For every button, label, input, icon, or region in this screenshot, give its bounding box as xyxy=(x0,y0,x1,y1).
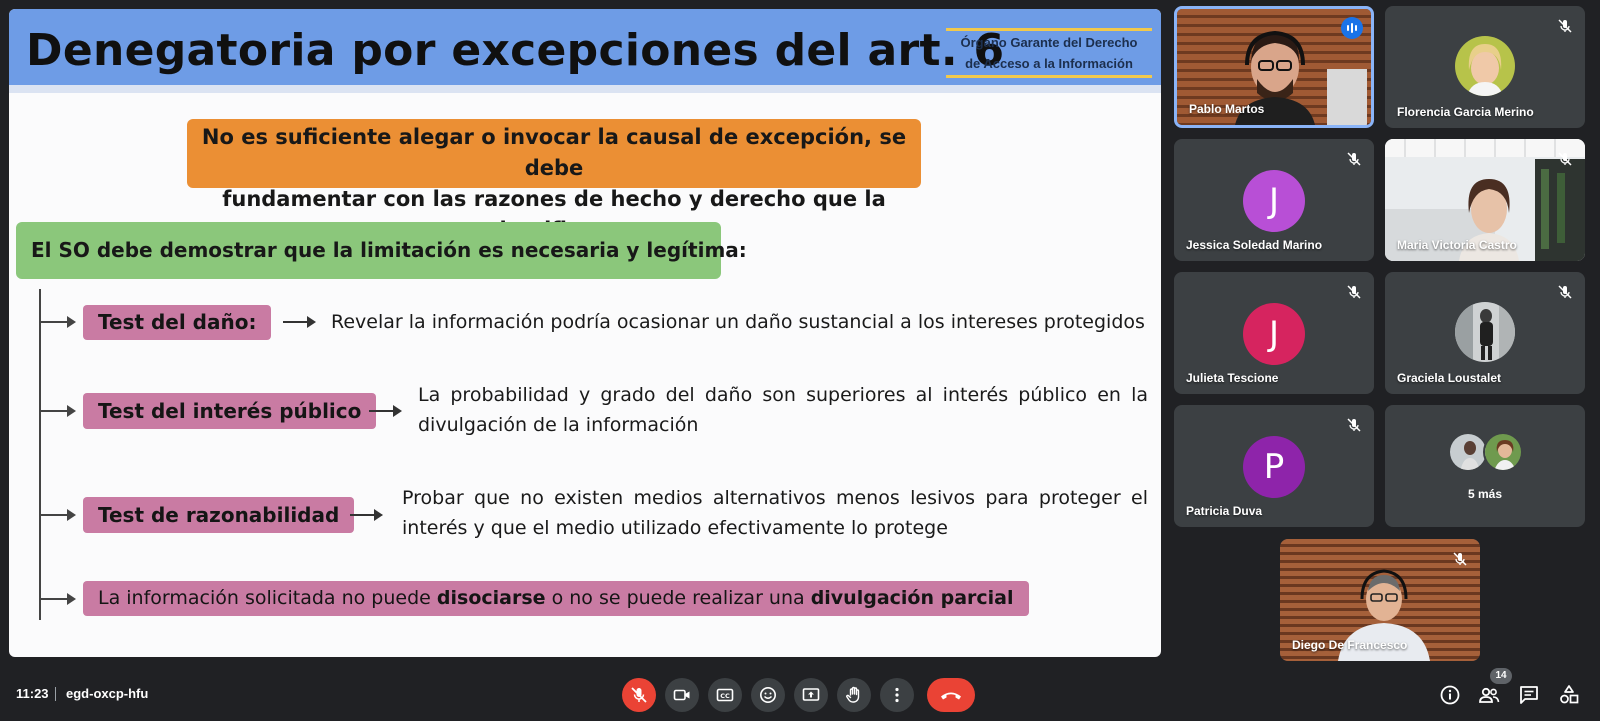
raise-hand-button[interactable] xyxy=(837,678,871,712)
branch-arrow xyxy=(39,405,76,417)
meeting-info-button[interactable] xyxy=(1437,682,1463,708)
presentation-slide: Denegatoria por excepciones del art. 6 Ó… xyxy=(9,9,1161,657)
mic-off-icon xyxy=(1558,285,1572,299)
final-text-2: o no se puede realizar una xyxy=(545,587,811,609)
leave-call-button[interactable] xyxy=(927,678,975,712)
participant-tile[interactable]: J Julieta Tescione xyxy=(1174,272,1374,394)
more-participants-label: 5 más xyxy=(1467,487,1503,501)
captions-icon: CC xyxy=(716,688,734,702)
participant-tile[interactable]: Diego De Francesco xyxy=(1280,539,1480,661)
org-badge: Órgano Garante del Derecho de Acceso a l… xyxy=(946,28,1152,78)
hang-up-icon xyxy=(941,692,961,700)
final-condition-pill: La información solicitada no puede disoc… xyxy=(83,581,1029,616)
participant-tile[interactable]: J Jessica Soledad Marino xyxy=(1174,139,1374,261)
participant-avatar xyxy=(1455,36,1515,96)
test-razonabilidad-description: Probar que no existen medios alternativo… xyxy=(402,487,1148,539)
branch-arrow xyxy=(39,316,76,328)
chat-icon xyxy=(1520,686,1538,704)
activities-icon xyxy=(1560,685,1579,704)
people-icon xyxy=(1479,687,1500,703)
info-icon xyxy=(1440,685,1460,705)
participant-tile[interactable]: Pablo Martos xyxy=(1174,6,1374,128)
participant-name: Graciela Loustalet xyxy=(1397,371,1502,385)
participant-tile[interactable]: Florencia Garcia Merino xyxy=(1385,6,1585,128)
participant-tile[interactable]: P Patricia Duva xyxy=(1174,405,1374,527)
mic-off-icon xyxy=(1558,19,1572,33)
final-bold-2: divulgación parcial xyxy=(810,587,1014,609)
participant-avatar xyxy=(1455,302,1515,362)
orange-callout: No es suficiente alegar o invocar la cau… xyxy=(187,119,921,242)
emoji-icon xyxy=(760,687,776,703)
arrow xyxy=(369,405,402,417)
final-bold-1: disociarse xyxy=(436,587,546,609)
participant-avatar: J xyxy=(1243,170,1305,232)
people-button[interactable] xyxy=(1476,682,1502,708)
mic-off-icon xyxy=(1347,152,1361,166)
mic-off-icon xyxy=(1347,418,1361,432)
participant-name: Julieta Tescione xyxy=(1186,371,1279,385)
divider xyxy=(55,687,56,701)
participant-name: Florencia Garcia Merino xyxy=(1397,105,1534,119)
participant-name: Patricia Duva xyxy=(1186,504,1263,518)
participant-avatar xyxy=(1448,432,1488,472)
raise-hand-icon xyxy=(846,686,860,703)
meeting-clock: 11:23 xyxy=(16,686,49,701)
green-callout: El SO debe demostrar que la limitación e… xyxy=(16,222,747,279)
mic-off-icon xyxy=(1453,552,1467,566)
chat-button[interactable] xyxy=(1516,682,1542,708)
slide-header: Denegatoria por excepciones del art. 6 Ó… xyxy=(9,9,1161,93)
participant-tile[interactable]: Graciela Loustalet xyxy=(1385,272,1585,394)
participant-avatar: J xyxy=(1243,303,1305,365)
camera-toggle-button[interactable] xyxy=(665,678,699,712)
test-interes-publico-description: La probabilidad y grado del daño son sup… xyxy=(418,384,1148,436)
test-dano-description: Revelar la información podría ocasionar … xyxy=(331,311,1145,333)
more-participants-tile[interactable]: 5 más xyxy=(1385,405,1585,527)
tree-connector xyxy=(39,289,41,620)
org-badge-line1: Órgano Garante del Derecho xyxy=(960,35,1138,50)
mic-off-icon xyxy=(631,687,647,703)
orange-callout-line1: No es suficiente alegar o invocar la cau… xyxy=(201,125,907,180)
test-interes-publico-label: Test del interés público xyxy=(83,393,377,429)
participant-avatar xyxy=(1483,432,1523,472)
activities-button[interactable] xyxy=(1556,682,1582,708)
camera-icon xyxy=(673,689,690,701)
org-badge-line2: de Acceso a la Información xyxy=(965,56,1133,71)
captions-button[interactable]: CC xyxy=(708,678,742,712)
participant-name: Pablo Martos xyxy=(1189,102,1265,116)
present-screen-button[interactable] xyxy=(794,678,828,712)
participant-name: Maria Victoria Castro xyxy=(1397,238,1517,252)
participant-name: Jessica Soledad Marino xyxy=(1186,238,1323,252)
more-options-button[interactable] xyxy=(880,678,914,712)
branch-arrow xyxy=(39,509,76,521)
arrow xyxy=(283,316,316,328)
more-vert-icon xyxy=(895,687,899,703)
mic-off-icon xyxy=(1347,285,1361,299)
participant-name: Diego De Francesco xyxy=(1292,638,1408,652)
participant-tile[interactable]: Maria Victoria Castro xyxy=(1385,139,1585,261)
slide-title: Denegatoria por excepciones del art. 6 xyxy=(26,25,1005,76)
final-text-1: La información solicitada no puede xyxy=(98,587,437,609)
participant-avatar: P xyxy=(1243,436,1305,498)
mic-toggle-button[interactable] xyxy=(622,678,656,712)
test-razonabilidad-label: Test de razonabilidad xyxy=(83,497,355,533)
speaking-indicator-icon xyxy=(1341,17,1363,39)
emoji-reaction-button[interactable] xyxy=(751,678,785,712)
arrow xyxy=(350,509,383,521)
branch-arrow xyxy=(39,593,76,605)
svg-text:CC: CC xyxy=(720,692,730,700)
present-screen-icon xyxy=(802,688,820,701)
test-dano-label: Test del daño: xyxy=(83,305,272,340)
meeting-code: egd-oxcp-hfu xyxy=(66,686,149,701)
mic-off-icon xyxy=(1558,152,1572,166)
